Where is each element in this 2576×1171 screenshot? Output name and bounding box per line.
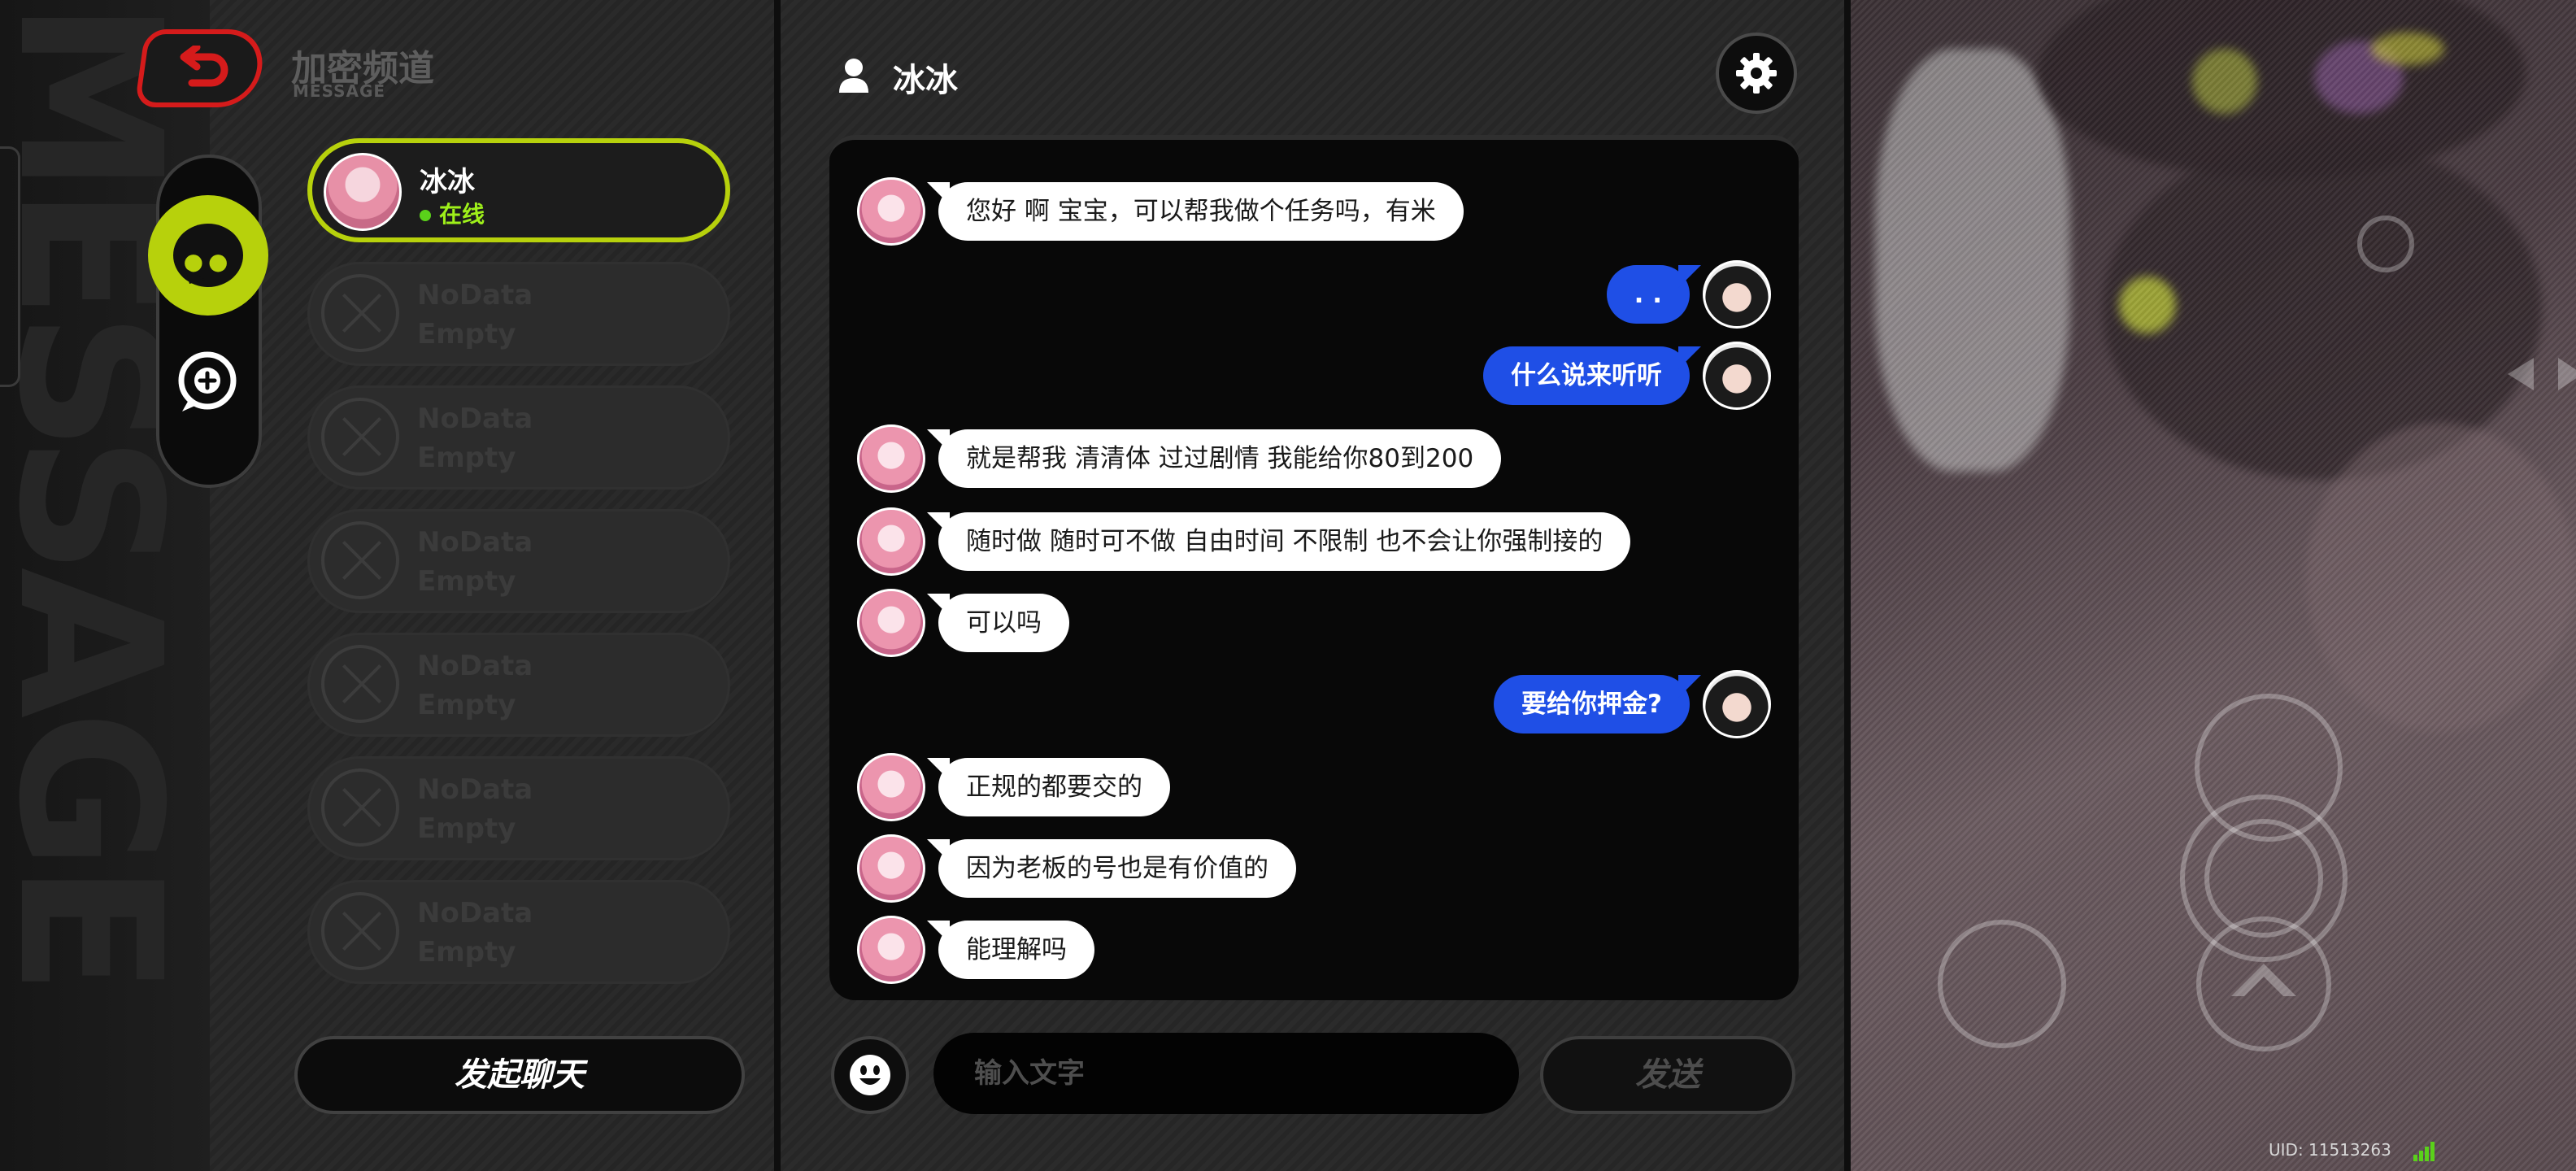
message-incoming: 随时做 随时可不做 自由时间 不限制 也不会让你强制接的 xyxy=(857,507,1771,576)
back-arrow-icon xyxy=(180,46,228,87)
empty-x-icon xyxy=(321,274,399,352)
empty-sublabel: Empty xyxy=(417,442,516,474)
contact-status: 在线 xyxy=(420,197,485,229)
action-button xyxy=(2195,694,2343,842)
message-incoming: 能理解吗 xyxy=(857,916,1771,984)
empty-sublabel: Empty xyxy=(417,565,516,598)
nav-messages-button[interactable]: ●● xyxy=(148,195,268,316)
empty-x-icon xyxy=(321,398,399,476)
message-text: 要给你押金? xyxy=(1494,675,1701,734)
hud-icon xyxy=(2357,215,2414,272)
action-button xyxy=(2196,916,2331,1051)
empty-label: NoData xyxy=(417,650,533,682)
contact-name: 冰冰 xyxy=(420,166,475,198)
message-text: 随时做 随时可不做 自由时间 不限制 也不会让你强制接的 xyxy=(926,512,1631,571)
avatar xyxy=(857,589,925,657)
empty-x-icon xyxy=(321,521,399,599)
empty-sublabel: Empty xyxy=(417,689,516,721)
empty-sublabel: Empty xyxy=(417,936,516,969)
emoji-button[interactable] xyxy=(831,1036,909,1114)
message-text: . . xyxy=(1606,265,1702,324)
message-text: 可以吗 xyxy=(927,594,1069,652)
empty-label: NoData xyxy=(417,403,533,435)
message-text: 就是帮我 清清体 过过剧情 我能给你80到200 xyxy=(926,429,1502,488)
avatar xyxy=(857,424,925,493)
game-hud xyxy=(1938,215,2576,1051)
message-text: 什么说来听听 xyxy=(1483,346,1701,405)
message-outgoing: 要给你押金? xyxy=(857,670,1771,738)
avatar xyxy=(1703,260,1771,329)
avatar xyxy=(857,177,925,246)
empty-contact-slot: NoData Empty xyxy=(307,880,730,984)
avatar xyxy=(857,753,925,821)
message-incoming: 因为老板的号也是有价值的 xyxy=(857,834,1771,903)
user-icon xyxy=(839,59,868,93)
message-text: 您好 啊 宝宝，可以帮我做个任务吗，有米 xyxy=(927,182,1464,241)
empty-x-icon xyxy=(321,768,399,847)
message-text: 能理解吗 xyxy=(927,921,1094,979)
message-incoming: 您好 啊 宝宝，可以帮我做个任务吗，有米 xyxy=(857,177,1771,246)
message-incoming: 正规的都要交的 xyxy=(857,753,1771,821)
action-button xyxy=(1938,920,2066,1048)
empty-contact-slot: NoData Empty xyxy=(307,509,730,613)
message-input[interactable] xyxy=(933,1033,1519,1114)
gear-icon xyxy=(1736,53,1777,94)
settings-button[interactable] xyxy=(1716,33,1797,114)
start-chat-button[interactable]: 发起聊天 xyxy=(294,1036,745,1114)
empty-contact-slot: NoData Empty xyxy=(307,633,730,737)
message-history[interactable]: 您好 啊 宝宝，可以帮我做个任务吗，有米 . . 什么说来听听 就是帮我 清清体… xyxy=(829,135,1799,1000)
avatar xyxy=(857,507,925,576)
add-contact-icon[interactable] xyxy=(172,348,242,418)
empty-contact-slot: NoData Empty xyxy=(307,262,730,366)
panel-divider xyxy=(1844,0,1851,1171)
empty-x-icon xyxy=(321,892,399,970)
avatar xyxy=(857,834,925,903)
empty-sublabel: Empty xyxy=(417,318,516,350)
chat-bubble-icon: ●● xyxy=(173,224,243,287)
empty-label: NoData xyxy=(417,897,533,929)
message-text: 因为老板的号也是有价值的 xyxy=(927,839,1296,898)
empty-x-icon xyxy=(321,645,399,723)
contact-item-bingbing[interactable]: 冰冰 在线 xyxy=(307,138,730,242)
message-outgoing: 什么说来听听 xyxy=(857,342,1771,410)
message-text: 正规的都要交的 xyxy=(927,758,1170,816)
smiley-icon xyxy=(850,1055,890,1095)
send-button[interactable]: 发送 xyxy=(1540,1036,1795,1114)
empty-contact-slot: NoData Empty xyxy=(307,385,730,490)
edge-tab xyxy=(0,146,20,387)
empty-sublabel: Empty xyxy=(417,812,516,845)
page-subtitle: MESSAGE xyxy=(293,81,386,101)
empty-contact-slot: NoData Empty xyxy=(307,756,730,860)
avatar xyxy=(324,153,402,231)
message-incoming: 就是帮我 清清体 过过剧情 我能给你80到200 xyxy=(857,424,1771,493)
message-outgoing: . . xyxy=(857,260,1771,329)
signal-icon xyxy=(2413,1142,2435,1161)
empty-label: NoData xyxy=(417,279,533,311)
message-incoming: 可以吗 xyxy=(857,589,1771,657)
empty-label: NoData xyxy=(417,773,533,806)
avatar xyxy=(1703,342,1771,410)
panel-divider xyxy=(774,0,781,1171)
avatar xyxy=(857,916,925,984)
empty-label: NoData xyxy=(417,526,533,559)
avatar xyxy=(1703,670,1771,738)
uid-label: UID: 11513263 xyxy=(2269,1140,2391,1160)
chat-contact-name: 冰冰 xyxy=(893,62,958,99)
